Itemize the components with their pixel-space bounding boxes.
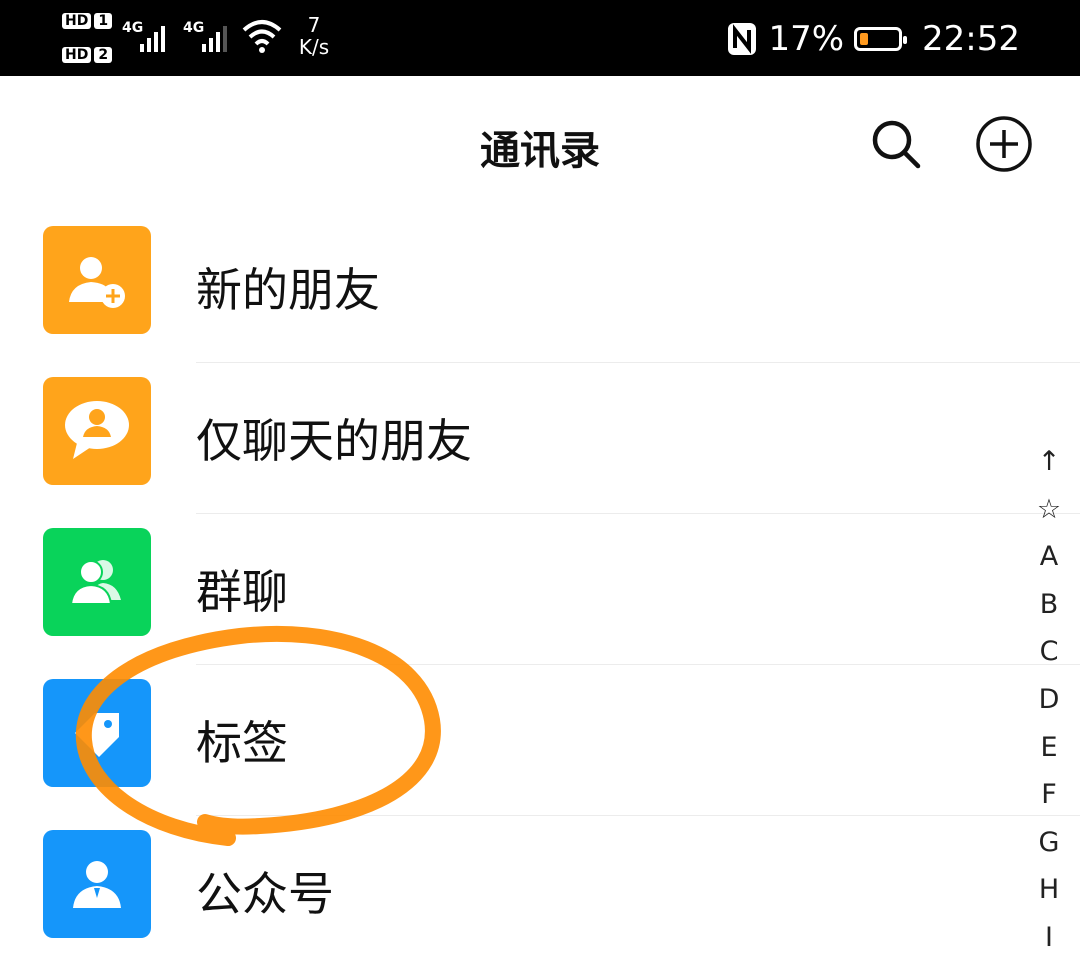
index-letter[interactable]: ↑ xyxy=(1036,438,1062,486)
battery-percent: 17% xyxy=(768,19,845,59)
search-button[interactable] xyxy=(866,114,926,174)
list-item-label: 群聊 xyxy=(196,565,288,619)
index-letter[interactable]: A xyxy=(1036,533,1062,581)
index-letter[interactable]: D xyxy=(1036,676,1062,724)
chat-only-friend-icon xyxy=(43,377,151,485)
clock: 22:52 xyxy=(922,19,1020,59)
index-letter[interactable]: F xyxy=(1036,771,1062,819)
add-circle-icon xyxy=(976,116,1032,172)
list-item-official-accounts[interactable]: 公众号 xyxy=(0,816,1080,967)
wifi-icon xyxy=(242,20,282,53)
list-item-label: 公众号 xyxy=(196,867,334,921)
list-item-tags[interactable]: 标签 xyxy=(0,665,1080,816)
hd-label: HD xyxy=(62,47,92,63)
index-letter[interactable]: C xyxy=(1036,628,1062,676)
tag-icon xyxy=(43,679,151,787)
speed-value: 7 xyxy=(307,13,321,37)
status-right: 17% 22:52 xyxy=(726,14,1020,64)
official-account-icon xyxy=(43,830,151,938)
index-letter[interactable]: E xyxy=(1036,724,1062,772)
search-icon xyxy=(872,120,921,169)
sim2-hd-badge: HD 2 xyxy=(62,46,113,64)
index-letter[interactable]: G xyxy=(1036,819,1062,867)
list-item-new-friends[interactable]: 新的朋友 xyxy=(0,212,1080,363)
hd-label: HD xyxy=(62,13,92,29)
sim2-signal-icon xyxy=(202,26,227,52)
sim-number: 1 xyxy=(94,13,113,29)
battery-icon xyxy=(854,27,908,51)
sim1-hd-badge: HD 1 xyxy=(62,12,113,30)
list-item-chat-only-friends[interactable]: 仅聊天的朋友 xyxy=(0,363,1080,514)
add-friend-icon xyxy=(43,226,151,334)
list-item-group-chats[interactable]: 群聊 xyxy=(0,514,1080,665)
index-letter[interactable]: I xyxy=(1036,914,1062,962)
alphabet-index[interactable]: ↑ ☆ A B C D E F G H I xyxy=(1036,438,1062,962)
contacts-list: 新的朋友 仅聊天的朋友 群聊 标签 公众号 xyxy=(0,212,1080,967)
header: 通讯录 xyxy=(0,76,1080,212)
nfc-icon xyxy=(728,23,757,55)
network-speed: 7 K/s xyxy=(296,14,332,58)
index-letter[interactable]: ☆ xyxy=(1036,486,1062,534)
speed-unit: K/s xyxy=(298,35,330,59)
list-item-label: 新的朋友 xyxy=(196,263,380,317)
sim-number: 2 xyxy=(94,47,113,63)
battery-fill xyxy=(860,33,868,45)
index-letter[interactable]: B xyxy=(1036,581,1062,629)
group-chat-icon xyxy=(43,528,151,636)
sim1-signal-icon xyxy=(140,26,165,52)
add-button[interactable] xyxy=(974,114,1034,174)
list-item-label: 仅聊天的朋友 xyxy=(196,414,472,468)
status-bar: HD 1 HD 2 4G 4G 7 K/s 17% 22:52 xyxy=(0,0,1080,76)
list-item-label: 标签 xyxy=(196,716,288,770)
index-letter[interactable]: H xyxy=(1036,866,1062,914)
